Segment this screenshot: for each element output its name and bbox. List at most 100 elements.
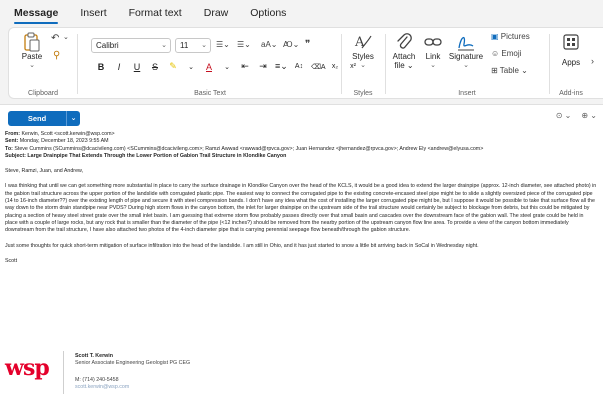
send-options-chevron-icon[interactable]: ⌄ — [66, 111, 80, 126]
sent-line: Sent: Monday, December 18, 2023 9:55 AM — [5, 138, 597, 145]
sent-label: Sent: — [5, 138, 19, 145]
chevron-down-icon: ⌄ — [161, 42, 167, 49]
ribbon-scroll-right-icon[interactable]: › — [591, 56, 594, 66]
pictures-button[interactable]: ▣ Pictures — [491, 32, 530, 41]
align-icon[interactable]: ≡⌄ — [275, 61, 288, 72]
table-label: Table ⌄ — [499, 66, 528, 75]
signature-icon — [458, 37, 474, 51]
apps-button[interactable]: Apps — [555, 32, 587, 67]
chevron-down-icon: ⌄ — [430, 62, 436, 69]
attach-file-button[interactable]: Attach file ⌄ — [389, 32, 419, 70]
paragraph-1: I was thinking that until we can get som… — [5, 183, 597, 234]
signature-title: Senior Associate Engineering Geologist P… — [75, 360, 191, 366]
pictures-label: Pictures — [500, 32, 530, 41]
apps-label: Apps — [561, 58, 581, 67]
basic-text-group-label: Basic Text — [194, 90, 226, 97]
styles-group-label: Styles — [353, 90, 373, 97]
tab-format-text[interactable]: Format text — [129, 0, 182, 26]
font-name-value: Calibri — [96, 41, 119, 50]
styles-group: A Styles ⌄ Styles — [341, 28, 385, 100]
addins-group: Apps Add-ins — [549, 28, 593, 100]
subscript-icon[interactable]: x₂ — [329, 63, 341, 70]
compose-area: Send ⌄ ⊙ ⌄ ⊕ ⌄ From: Kerwin, Scott <scot… — [0, 104, 603, 394]
link-button[interactable]: Link ⌄ — [421, 32, 445, 69]
addins-group-label: Add-ins — [559, 90, 583, 97]
attach-label: Attach — [392, 52, 416, 61]
tab-message[interactable]: Message — [14, 0, 59, 26]
bold-icon[interactable]: B — [95, 62, 107, 72]
bullets-icon[interactable]: ☰⌄ — [216, 40, 230, 49]
wsp-logo: wsp — [5, 355, 50, 381]
paperclip-icon — [397, 33, 412, 49]
text-case-icon[interactable]: Ꜵ⌄ — [283, 40, 299, 49]
chevron-down-icon: ⌄ — [201, 42, 207, 49]
chevron-down-icon: ⌄ — [463, 62, 469, 69]
link-icon — [424, 38, 442, 46]
styles-button[interactable]: A Styles ⌄ — [345, 32, 381, 69]
insert-group: Attach file ⌄ Link ⌄ Signature ⌄ ▣ Pictu… — [385, 28, 549, 100]
clear-format-icon[interactable]: ⌫A — [311, 63, 326, 71]
message-body[interactable]: From: Kerwin, Scott <scott.kerwin@wsp.co… — [5, 131, 597, 265]
attach-sub-label: file ⌄ — [394, 61, 414, 70]
email-signature: wsp Scott T. Kerwin Senior Associate Eng… — [5, 345, 405, 394]
signature-phone: M: (714) 240-5458 — [75, 377, 119, 383]
compose-toolbar: Send ⌄ ⊙ ⌄ ⊕ ⌄ — [0, 105, 603, 131]
emoji-icon: ☺ — [491, 49, 500, 58]
tab-insert[interactable]: Insert — [80, 0, 106, 26]
ribbon: Paste ⌄ ↶ ⌄ ⚲ Clipboard Calibri ⌄ 11 ⌄ ☰⌄ … — [8, 27, 603, 99]
styles-icon: A — [354, 35, 372, 50]
font-color-icon[interactable]: A — [203, 62, 215, 72]
font-size-value: 11 — [180, 41, 189, 50]
to-value: Steve Cummins (SCummins@dcacivileng.com)… — [14, 145, 484, 152]
paragraph-2: Just some thoughts for quick short-term … — [5, 242, 479, 249]
from-label: From: — [5, 131, 21, 137]
table-icon: ⊞ — [491, 66, 498, 75]
send-button[interactable]: Send ⌄ — [8, 111, 80, 126]
to-line: To: Steve Cummins (SCummins@dcacivileng.… — [5, 146, 597, 153]
tab-options[interactable]: Options — [250, 0, 286, 26]
svg-text:A: A — [354, 35, 365, 50]
ribbon-tabs: Message Insert Format text Draw Options — [0, 0, 603, 26]
sent-value: Monday, December 18, 2023 9:55 AM — [19, 138, 109, 145]
emoji-button[interactable]: ☺ Emoji — [491, 49, 521, 58]
greeting: Steve, Ramzi, Juan, and Andrew, — [5, 168, 84, 175]
strikethrough-icon[interactable]: S — [149, 62, 161, 72]
increase-indent-icon[interactable]: ⇥ — [257, 61, 269, 72]
emoji-label: Emoji — [501, 49, 522, 58]
font-color-dropdown-icon[interactable]: ⌄ — [221, 63, 233, 71]
from-value: Kerwin, Scott <scott.kerwin@wsp.com> — [21, 131, 115, 137]
highlight-icon[interactable]: ✎ — [167, 61, 179, 72]
subject-label: Subject: — [5, 152, 26, 159]
numbering-icon[interactable]: ☰⌄ — [237, 40, 251, 49]
table-button[interactable]: ⊞ Table ⌄ — [491, 66, 528, 75]
signature-label: Signature — [448, 52, 484, 61]
font-size-select[interactable]: 11 ⌄ — [175, 38, 211, 53]
font-size-decrease-icon[interactable]: aA⌄ — [261, 40, 278, 49]
signature-email[interactable]: scott.kerwin@wsp.com — [75, 384, 190, 391]
format-row: B I U S ✎ ⌄ A ⌄ ⇤ ⇥ ≡⌄ A↕ ⌫A x₂ x² — [95, 61, 359, 72]
subject-value: Large Drainpipe That Extends Through the… — [27, 152, 287, 159]
underline-icon[interactable]: U — [131, 62, 143, 72]
decrease-indent-icon[interactable]: ⇤ — [239, 61, 251, 72]
font-name-select[interactable]: Calibri ⌄ — [91, 38, 171, 53]
paragraph-icon[interactable]: A↕ — [293, 63, 305, 70]
quote-icon[interactable]: ❞ — [305, 39, 310, 50]
basic-text-group: Calibri ⌄ 11 ⌄ ☰⌄ ☰⌄ aA⌄ Ꜵ⌄ ❞ B I U S ✎ ⌄ … — [9, 28, 356, 100]
send-label[interactable]: Send — [8, 111, 66, 126]
styles-label: Styles — [352, 52, 374, 61]
tab-draw[interactable]: Draw — [204, 0, 229, 26]
chevron-down-icon: ⌄ — [360, 62, 366, 69]
pictures-icon: ▣ — [491, 32, 499, 41]
to-label: To: — [5, 145, 13, 152]
insert-group-label: Insert — [458, 90, 476, 97]
italic-icon[interactable]: I — [113, 62, 125, 72]
zoom-icon[interactable]: ⊕ ⌄ — [581, 111, 597, 120]
from-line: From: Kerwin, Scott <scott.kerwin@wsp.co… — [5, 131, 597, 138]
signature-button[interactable]: Signature ⌄ — [445, 32, 487, 69]
signature-text: Scott T. Kerwin Senior Associate Enginee… — [75, 353, 190, 391]
signature-name: Scott T. Kerwin — [75, 353, 113, 359]
more-options-icon[interactable]: ⊙ ⌄ — [556, 111, 572, 120]
compose-right-tools: ⊙ ⌄ ⊕ ⌄ — [556, 111, 597, 120]
highlight-dropdown-icon[interactable]: ⌄ — [185, 63, 197, 71]
subject-line: Subject: Large Drainpipe That Extends Th… — [5, 153, 597, 160]
